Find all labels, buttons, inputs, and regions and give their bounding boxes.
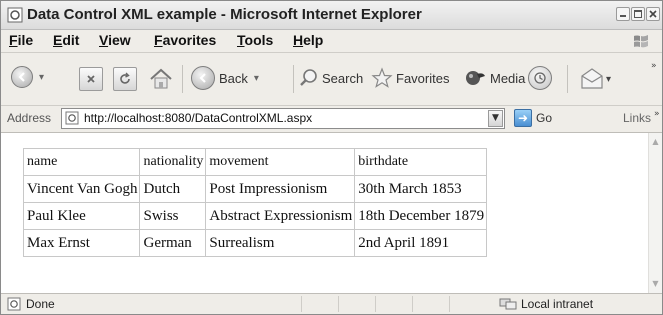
scroll-down-icon[interactable]: ▼: [650, 277, 661, 291]
menu-file[interactable]: File: [9, 32, 33, 48]
page-content: name nationality movement birthdate Vinc…: [1, 133, 648, 293]
column-header: name: [22, 148, 141, 176]
data-table: name nationality movement birthdate Vinc…: [22, 148, 488, 257]
dropdown-arrow-icon: ▾: [39, 71, 45, 83]
go-label: Go: [536, 111, 553, 125]
history-icon: [534, 72, 546, 84]
stop-button[interactable]: [79, 67, 103, 91]
column-header: nationality: [139, 148, 207, 176]
status-text: Done: [26, 297, 55, 311]
media-button[interactable]: Media: [463, 68, 525, 88]
table-cell: Dutch: [139, 175, 207, 203]
table-cell: Max Ernst: [22, 229, 141, 257]
links-button[interactable]: Links: [623, 111, 651, 125]
star-icon: [371, 67, 393, 88]
table-cell: Post Impressionism: [205, 175, 356, 203]
status-panels: [301, 296, 486, 312]
column-header: movement: [205, 148, 356, 176]
search-label: Search: [322, 70, 364, 86]
table-cell: 30th March 1853: [354, 175, 488, 203]
table-cell: Swiss: [139, 202, 207, 230]
mail-icon: [581, 68, 603, 89]
address-input[interactable]: http://localhost:8080/DataControlXML.asp…: [61, 108, 505, 129]
stop-icon: [87, 75, 95, 83]
windows-logo-icon: [634, 35, 648, 48]
status-bar: Done Local intranet: [1, 293, 662, 314]
menu-bar: File Edit View Favorites Tools Help: [1, 30, 662, 53]
page-icon: [7, 297, 21, 311]
scroll-up-icon[interactable]: ▲: [650, 135, 661, 149]
search-icon: [300, 69, 317, 86]
history-button[interactable]: [528, 66, 552, 90]
window-title: Data Control XML example - Microsoft Int…: [27, 6, 422, 23]
arrow-left-icon: [199, 73, 206, 83]
toolbar-chevron-icon[interactable]: »: [651, 61, 657, 71]
status-done: Done: [7, 297, 55, 311]
table-cell: 2nd April 1891: [354, 229, 488, 257]
table-cell: Paul Klee: [22, 202, 141, 230]
media-label: Media: [490, 70, 526, 86]
arrow-left-icon: [18, 72, 25, 82]
table-cell: Vincent Van Gogh: [22, 175, 141, 203]
table-row: Paul Klee Swiss Abstract Expressionism 1…: [22, 202, 488, 230]
table-cell: German: [139, 229, 207, 257]
dropdown-arrow-icon: ▾: [253, 72, 259, 84]
maximize-button[interactable]: [631, 7, 645, 21]
toolbar: ▾ Back ▾ Search Favorites Media ▾ »: [1, 53, 662, 106]
close-button[interactable]: [646, 7, 660, 21]
ie-page-icon: [7, 7, 23, 23]
menu-view[interactable]: View: [99, 32, 131, 48]
menu-help[interactable]: Help: [293, 32, 323, 48]
back-button[interactable]: Back ▾: [191, 66, 259, 90]
page-icon: [65, 111, 79, 125]
table-row: Vincent Van Gogh Dutch Post Impressionis…: [22, 175, 488, 203]
title-bar: Data Control XML example - Microsoft Int…: [1, 1, 662, 30]
refresh-button[interactable]: [113, 67, 137, 91]
menu-favorites[interactable]: Favorites: [154, 32, 216, 48]
column-header: birthdate: [354, 148, 488, 176]
go-arrow-icon: ➜: [514, 109, 532, 127]
favorites-button[interactable]: Favorites: [371, 67, 449, 89]
menu-tools[interactable]: Tools: [237, 32, 273, 48]
address-label: Address: [7, 111, 52, 125]
dropdown-arrow-icon: ▾: [606, 73, 612, 85]
refresh-icon: [120, 72, 130, 84]
address-url: http://localhost:8080/DataControlXML.asp…: [84, 111, 313, 125]
minimize-button[interactable]: [616, 7, 630, 21]
go-button[interactable]: ➜ Go: [514, 109, 552, 127]
favorites-label: Favorites: [396, 70, 450, 86]
table-cell: Abstract Expressionism: [205, 202, 356, 230]
back-label: Back: [219, 70, 248, 86]
media-icon: [466, 71, 485, 85]
browser-window: Data Control XML example - Microsoft Int…: [0, 0, 663, 315]
security-zone: Local intranet: [499, 297, 593, 311]
close-icon: [649, 10, 657, 18]
address-bar: Address http://localhost:8080/DataContro…: [1, 106, 662, 133]
home-button[interactable]: [147, 65, 175, 93]
table-header-row: name nationality movement birthdate: [22, 148, 488, 176]
nav-back-small-button[interactable]: ▾: [11, 66, 44, 88]
mail-button[interactable]: ▾: [579, 66, 611, 92]
search-button[interactable]: Search: [299, 68, 363, 88]
address-dropdown-button[interactable]: ▼: [488, 110, 503, 127]
zone-label: Local intranet: [521, 297, 594, 311]
vertical-scrollbar[interactable]: ▲ ▼: [648, 133, 662, 293]
links-chevron-icon[interactable]: »: [654, 109, 660, 119]
table-cell: Surrealism: [205, 229, 356, 257]
table-row: Max Ernst German Surrealism 2nd April 18…: [22, 229, 488, 257]
table-cell: 18th December 1879: [354, 202, 488, 230]
menu-edit[interactable]: Edit: [53, 32, 79, 48]
home-icon: [150, 68, 172, 89]
local-intranet-icon: [499, 298, 517, 310]
